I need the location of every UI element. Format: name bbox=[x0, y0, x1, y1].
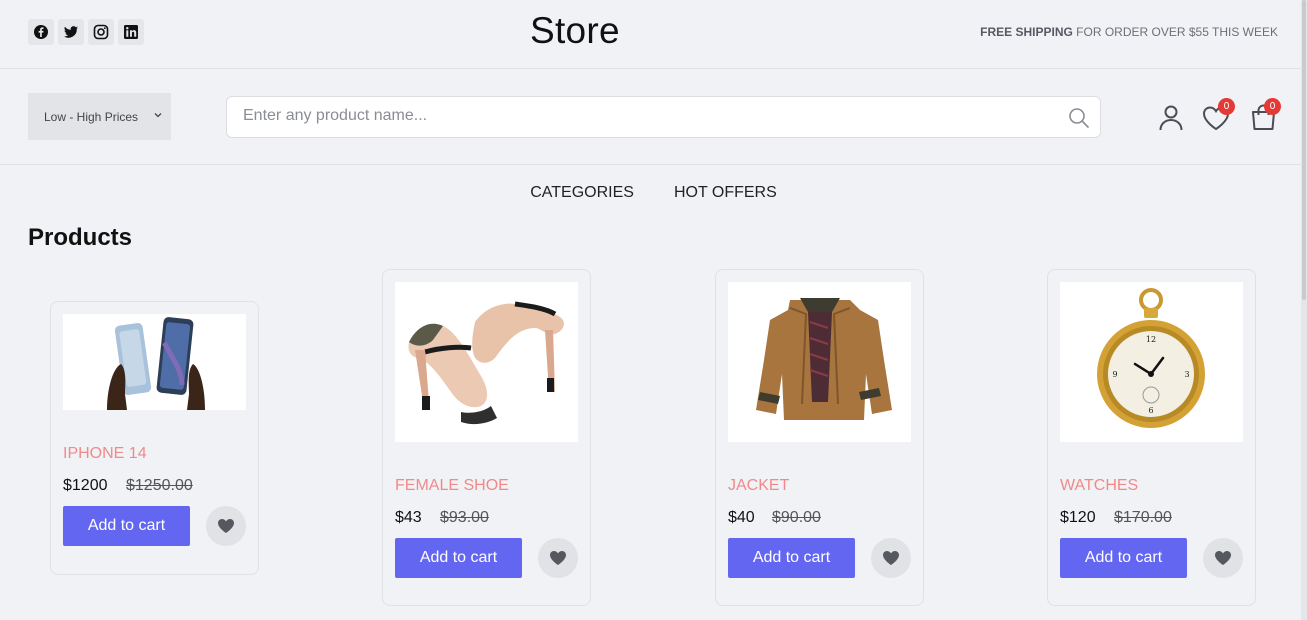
scrollbar-thumb[interactable] bbox=[1302, 0, 1306, 300]
page-scrollbar[interactable] bbox=[1301, 0, 1307, 620]
cart-count-badge: 0 bbox=[1264, 98, 1281, 115]
instagram-icon[interactable] bbox=[88, 19, 114, 45]
twitter-icon[interactable] bbox=[58, 19, 84, 45]
nav-item-hot-offers[interactable]: HOT OFFERS bbox=[674, 184, 777, 202]
product-price: $43 bbox=[395, 509, 422, 526]
sort-select[interactable]: Low - High Prices bbox=[28, 93, 171, 140]
product-image-jacket[interactable] bbox=[728, 282, 911, 442]
section-title: Products bbox=[28, 224, 133, 251]
add-to-cart-button[interactable]: Add to cart bbox=[395, 538, 522, 578]
product-old-price: $1250.00 bbox=[126, 477, 193, 494]
product-name[interactable]: WATCHES bbox=[1060, 477, 1138, 495]
svg-text:3: 3 bbox=[1184, 370, 1189, 379]
main-nav: CATEGORIES HOT OFFERS bbox=[0, 184, 1307, 202]
promo-highlight: FREE SHIPPING bbox=[980, 25, 1073, 39]
favorite-heart-icon[interactable] bbox=[871, 538, 911, 578]
product-price: $40 bbox=[728, 509, 755, 526]
store-logo[interactable]: Store bbox=[530, 10, 620, 52]
svg-text:12: 12 bbox=[1146, 335, 1156, 344]
product-old-price: $93.00 bbox=[440, 509, 489, 526]
product-old-price: $90.00 bbox=[772, 509, 821, 526]
product-price: $120 bbox=[1060, 509, 1096, 526]
product-image-high-heel-shoe[interactable] bbox=[395, 282, 578, 442]
favorite-heart-icon[interactable] bbox=[206, 506, 246, 546]
product-card[interactable]: 12 6 9 3 WATCHES $120 $170.00 Add to cart bbox=[1047, 269, 1256, 606]
product-name[interactable]: FEMALE SHOE bbox=[395, 477, 509, 495]
search-icon[interactable] bbox=[1068, 107, 1090, 129]
search-bar-row: Low - High Prices 0 0 bbox=[0, 69, 1307, 165]
product-image-pocket-watch[interactable]: 12 6 9 3 bbox=[1060, 282, 1243, 442]
linkedin-icon[interactable] bbox=[118, 19, 144, 45]
product-name[interactable]: IPHONE 14 bbox=[63, 445, 147, 463]
product-old-price: $170.00 bbox=[1114, 509, 1172, 526]
social-links bbox=[28, 19, 144, 45]
search-input[interactable] bbox=[243, 107, 1043, 125]
sort-select-value: Low - High Prices bbox=[44, 109, 139, 124]
shipping-promo: FREE SHIPPING FOR ORDER OVER $55 THIS WE… bbox=[980, 25, 1278, 39]
favorite-heart-icon[interactable] bbox=[1203, 538, 1243, 578]
nav-item-categories[interactable]: CATEGORIES bbox=[530, 184, 634, 202]
search-box bbox=[226, 96, 1101, 138]
product-card[interactable]: FEMALE SHOE $43 $93.00 Add to cart bbox=[382, 269, 591, 606]
promo-text: FOR ORDER OVER $55 THIS WEEK bbox=[1072, 25, 1278, 39]
svg-text:6: 6 bbox=[1148, 406, 1153, 415]
chevron-down-icon bbox=[154, 113, 162, 118]
svg-text:9: 9 bbox=[1112, 370, 1117, 379]
product-image-smartphone[interactable] bbox=[63, 314, 246, 410]
add-to-cart-button[interactable]: Add to cart bbox=[728, 538, 855, 578]
favorite-heart-icon[interactable] bbox=[538, 538, 578, 578]
top-bar: Store FREE SHIPPING FOR ORDER OVER $55 T… bbox=[0, 0, 1307, 69]
product-card[interactable]: IPHONE 14 $1200 $1250.00 Add to cart bbox=[50, 301, 259, 575]
user-account-icon[interactable] bbox=[1157, 103, 1185, 131]
add-to-cart-button[interactable]: Add to cart bbox=[63, 506, 190, 546]
facebook-icon[interactable] bbox=[28, 19, 54, 45]
product-card[interactable]: JACKET $40 $90.00 Add to cart bbox=[715, 269, 924, 606]
wishlist-count-badge: 0 bbox=[1218, 98, 1235, 115]
product-price: $1200 bbox=[63, 477, 108, 494]
product-name[interactable]: JACKET bbox=[728, 477, 789, 495]
add-to-cart-button[interactable]: Add to cart bbox=[1060, 538, 1187, 578]
